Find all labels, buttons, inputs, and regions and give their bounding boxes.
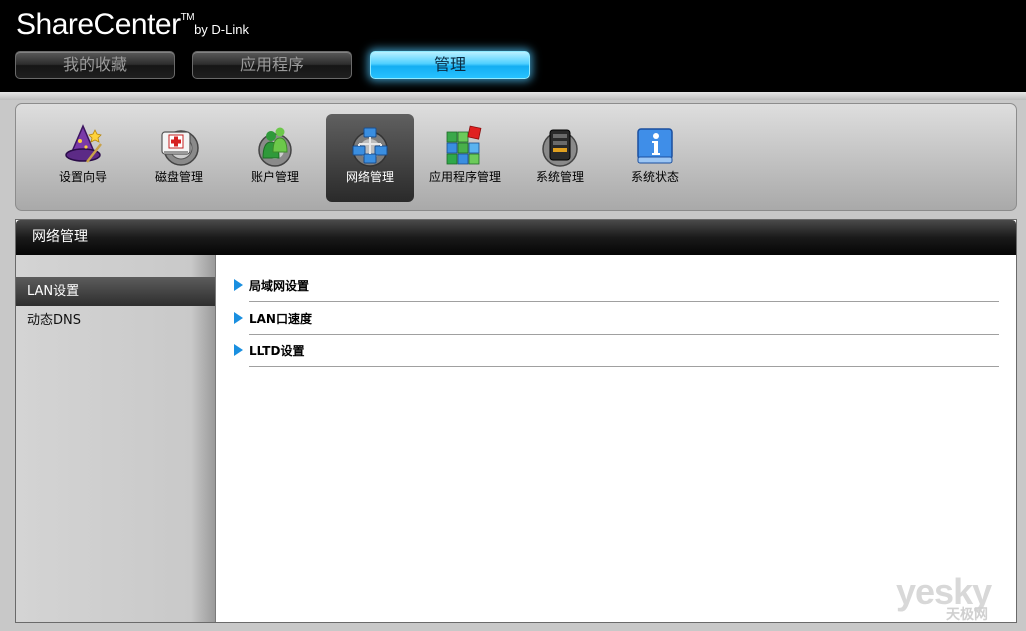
system-icon: [542, 129, 578, 167]
toolbar-label: 磁盘管理: [154, 170, 203, 184]
network-icon: [352, 127, 388, 167]
expand-arrow-icon: [234, 344, 243, 356]
section-label: 局域网设置: [249, 279, 310, 293]
toolbar-label: 设置向导: [58, 170, 107, 184]
header-divider: [0, 92, 1026, 100]
sharecenter-logo: ShareCenterTMby D-Link: [16, 8, 249, 41]
network-management-panel: 网络管理 LAN设置 动态DNS 局域网设置 LAN口速度 LLTD设置: [15, 219, 1017, 623]
toolbar-label: 网络管理: [345, 170, 394, 184]
toolbar-item-system-management[interactable]: 系统管理: [516, 114, 604, 202]
section-label: LLTD设置: [249, 344, 305, 358]
toolbar-label: 系统状态: [630, 170, 679, 184]
panel-content: 局域网设置 LAN口速度 LLTD设置: [216, 255, 1016, 622]
disk-icon: [161, 130, 199, 166]
section-lan-port-speed[interactable]: LAN口速度: [234, 302, 999, 335]
section-lan-settings[interactable]: 局域网设置: [234, 269, 999, 302]
toolbar-item-application-management[interactable]: 应用程序管理: [421, 114, 509, 202]
toolbar-item-system-status[interactable]: 系统状态: [611, 114, 699, 202]
toolbar-item-setup-wizard[interactable]: 设置向导: [39, 114, 127, 202]
panel-title: 网络管理: [16, 220, 1016, 255]
toolbar-item-account-management[interactable]: 账户管理: [231, 114, 319, 202]
toolbar-label: 账户管理: [250, 170, 299, 184]
apps-icon: [446, 125, 482, 165]
wizard-icon: [65, 124, 102, 163]
toolbar-label: 应用程序管理: [428, 170, 501, 184]
panel-sidebar: LAN设置 动态DNS: [16, 255, 216, 622]
sidebar-item-dynamic-dns[interactable]: 动态DNS: [16, 306, 215, 335]
header-bar: ShareCenterTMby D-Link 我的收藏 应用程序 管理: [0, 0, 1026, 92]
tab-my-favorites[interactable]: 我的收藏: [15, 51, 175, 79]
toolbar-item-network-management[interactable]: 网络管理: [326, 114, 414, 202]
toolbar-item-disk-management[interactable]: 磁盘管理: [135, 114, 223, 202]
account-icon: [258, 127, 292, 167]
section-label: LAN口速度: [249, 312, 312, 326]
info-icon: [637, 128, 673, 164]
toolbar-label: 系统管理: [535, 170, 584, 184]
tab-applications[interactable]: 应用程序: [192, 51, 352, 79]
section-lltd-settings[interactable]: LLTD设置: [234, 334, 999, 367]
expand-arrow-icon: [234, 312, 243, 324]
management-toolbar: 设置向导 磁盘管理 账户管理 网络管理 应用程序管理 系统管理 系统状态: [15, 103, 1017, 211]
expand-arrow-icon: [234, 279, 243, 291]
sidebar-item-lan-settings[interactable]: LAN设置: [16, 277, 215, 306]
tab-management[interactable]: 管理: [370, 51, 530, 79]
